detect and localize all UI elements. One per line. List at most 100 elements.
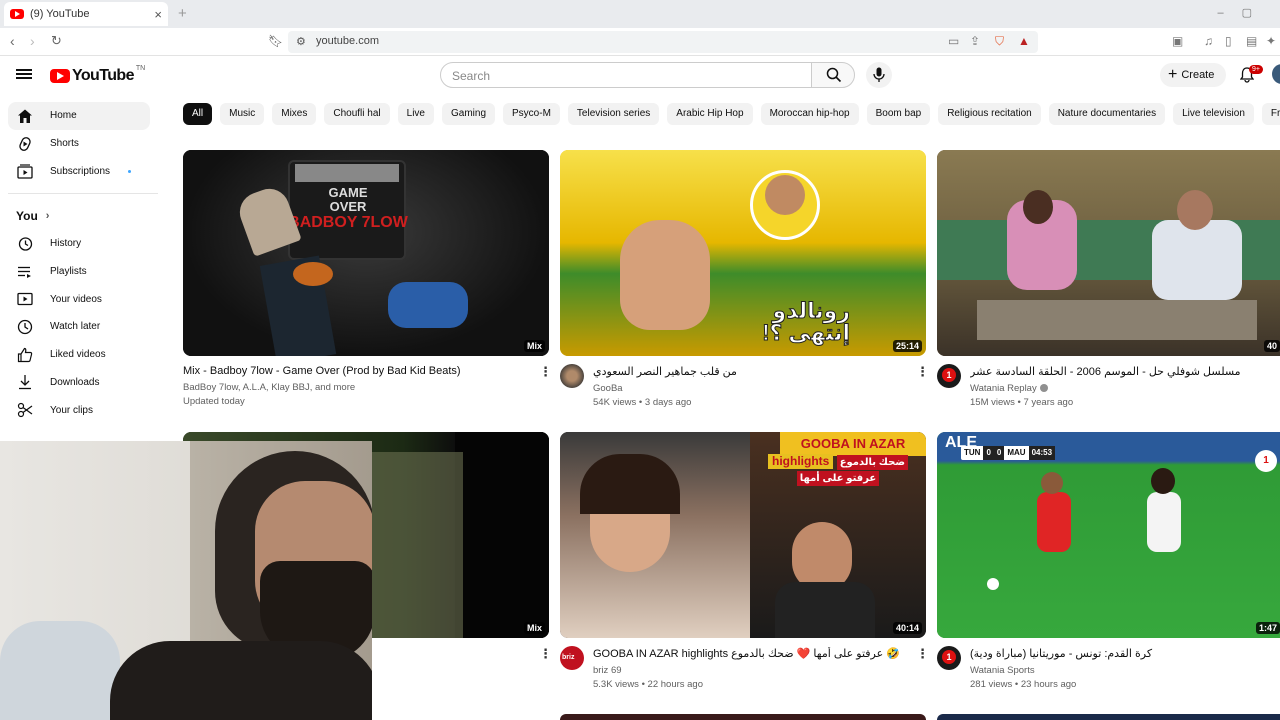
voice-search-button[interactable] (866, 62, 892, 88)
video-title[interactable]: Mix - Badboy 7low - Game Over (Prod by B… (183, 365, 543, 377)
chip-mixes[interactable]: Mixes (272, 103, 317, 125)
search-input[interactable]: Search (440, 62, 812, 88)
logo-text: YouTube (72, 67, 134, 84)
logo-country-code: TN (135, 64, 146, 72)
sidebar-item-label: Subscriptions (50, 165, 111, 177)
sidebar-item-shorts[interactable]: Shorts (8, 130, 150, 158)
channel-name[interactable]: Watania Sports (970, 665, 1270, 676)
notification-badge: 9+ (1249, 65, 1263, 74)
mix-badge: Mix (523, 622, 545, 634)
notifications-button[interactable]: 9+ (1239, 65, 1263, 88)
more-actions-icon[interactable]: ⋮ (916, 364, 929, 380)
music-icon[interactable]: ♫ (1204, 34, 1213, 48)
more-actions-icon[interactable]: ⋮ (539, 364, 552, 380)
video-thumbnail[interactable] (937, 714, 1280, 720)
channel-avatar[interactable]: briz (560, 646, 584, 670)
sidebar-item-label: Downloads (50, 376, 100, 388)
sidebar-item-downloads[interactable]: Downloads (8, 369, 150, 397)
chip-psyco-m[interactable]: Psyco-M (503, 103, 560, 125)
duration-badge: 25:14 (892, 340, 922, 352)
brave-shield-icon[interactable]: ⛉ (995, 34, 1004, 49)
chip-all[interactable]: All (183, 103, 213, 125)
channel-name[interactable]: Watania Replay (970, 383, 1037, 394)
hamburger-menu-icon[interactable] (16, 67, 32, 83)
chip-moroccan-hip-hop[interactable]: Moroccan hip-hop (760, 103, 859, 125)
channel-name[interactable]: BadBoy 7low, A.L.A, Klay BBJ, and more (183, 382, 543, 393)
account-avatar[interactable] (1272, 64, 1280, 84)
rewards-icon[interactable]: ▲ (1018, 34, 1030, 48)
chip-arabic-hip-hop[interactable]: Arabic Hip Hop (667, 103, 753, 125)
channel-avatar[interactable]: 1 (937, 646, 961, 670)
video-thumbnail[interactable]: 40 (937, 150, 1280, 356)
create-button[interactable]: + Create (1160, 63, 1226, 87)
wallet-icon[interactable]: ▤ (1246, 34, 1257, 48)
thumb-text: إنتهى ؟! (762, 320, 851, 345)
video-title[interactable]: من قلب جماهير النصر السعودي (593, 365, 903, 378)
chip-nature-documentaries[interactable]: Nature documentaries (1048, 103, 1166, 125)
playlists-icon (16, 263, 34, 281)
youtube-logo[interactable]: YouTube TN (50, 64, 146, 85)
sidebar-item-label: Home (50, 110, 77, 122)
category-chips: All Music Mixes Choufli hal Live Gaming Psyco-… (183, 103, 1280, 125)
sidebar-item-playlists[interactable]: Playlists (8, 258, 150, 286)
sidebar: Home Shorts Subscriptions You › History … (8, 102, 158, 424)
tab-title: (9) YouTube (30, 8, 90, 20)
chip-live[interactable]: Live (397, 103, 434, 125)
sidebar-item-label: Shorts (50, 138, 79, 150)
video-title[interactable]: كرة القدم: تونس - موريتانيا (مباراة ودية… (970, 647, 1270, 660)
reader-icon[interactable]: ▯ (1225, 34, 1232, 48)
shorts-icon (16, 135, 34, 153)
video-stats: Updated today (183, 396, 245, 407)
chip-gaming[interactable]: Gaming (442, 103, 496, 125)
channel-avatar[interactable] (560, 364, 584, 388)
sidebar-toggle-icon[interactable]: ▣ (1172, 34, 1183, 48)
close-tab-icon[interactable]: × (154, 7, 162, 22)
sidebar-item-liked-videos[interactable]: Liked videos (8, 341, 150, 369)
sidebar-item-your-clips[interactable]: Your clips (8, 396, 150, 424)
browser-tab[interactable]: (9) YouTube × (4, 2, 168, 26)
extensions-icon[interactable]: ✦ (1266, 34, 1276, 48)
new-content-dot (128, 169, 132, 173)
bookmark-icon[interactable]: 🔖︎ (268, 34, 283, 48)
video-title[interactable]: GOOBA IN AZAR highlights عرفتو على أمها … (593, 647, 903, 660)
video-thumbnail[interactable] (560, 714, 926, 720)
channel-name[interactable]: GooBa (593, 383, 903, 394)
sidebar-item-home[interactable]: Home (8, 102, 150, 130)
more-actions-icon[interactable]: ⋮ (916, 646, 929, 662)
share-icon[interactable]: ⇪ (970, 34, 980, 48)
chip-live-television[interactable]: Live television (1173, 103, 1254, 125)
video-thumbnail[interactable]: GAME OVER BADBOY 7LOW Mix (183, 150, 549, 356)
sidebar-divider (8, 193, 158, 195)
forward-icon[interactable]: › (30, 33, 35, 49)
thumb-text: ضحك بالدموع (836, 455, 908, 470)
url-field[interactable]: ⚙︎ youtube.com (288, 31, 1038, 53)
chip-boom-bap[interactable]: Boom bap (866, 103, 931, 125)
sidebar-item-watch-later[interactable]: Watch later (8, 313, 150, 341)
video-title[interactable]: مسلسل شوفلي حل - الموسم 2006 - الحلقة ال… (970, 365, 1270, 378)
back-icon[interactable]: ‹ (10, 33, 15, 49)
sidebar-item-subscriptions[interactable]: Subscriptions (8, 157, 150, 185)
video-thumbnail[interactable]: رونالدو إنتهى ؟! 25:14 (560, 150, 926, 356)
channel-name[interactable]: briz 69 (593, 665, 903, 676)
more-actions-icon[interactable]: ⋮ (539, 646, 552, 662)
new-tab-icon[interactable]: + (178, 5, 187, 22)
channel-avatar[interactable]: 1 (937, 364, 961, 388)
window-controls[interactable]: –▢ (1217, 6, 1270, 19)
youtube-play-icon (50, 69, 70, 83)
video-stats: 281 views • 23 hours ago (970, 679, 1077, 690)
sidebar-item-your-videos[interactable]: Your videos (8, 285, 150, 313)
cast-icon[interactable]: ▭ (948, 34, 959, 48)
search-button[interactable] (811, 62, 855, 88)
video-thumbnail[interactable]: GOOBA IN AZAR highlights ضحك بالدموع عرف… (560, 432, 926, 638)
chip-music[interactable]: Music (220, 103, 265, 125)
sidebar-you-header[interactable]: You › (8, 202, 150, 230)
youtube-favicon-icon (10, 9, 24, 19)
chip-free[interactable]: Free (1261, 103, 1280, 125)
site-info-icon[interactable]: ⚙︎ (296, 35, 306, 48)
reload-icon[interactable]: ↻ (51, 33, 62, 49)
video-thumbnail[interactable]: ALE TUN 0 0 MAU 04:53 1 1:47 (937, 432, 1280, 638)
chip-television-series[interactable]: Television series (567, 103, 660, 125)
chip-religious-recitation[interactable]: Religious recitation (938, 103, 1041, 125)
chip-choufli-hal[interactable]: Choufli hal (324, 103, 390, 125)
sidebar-item-history[interactable]: History (8, 230, 150, 258)
